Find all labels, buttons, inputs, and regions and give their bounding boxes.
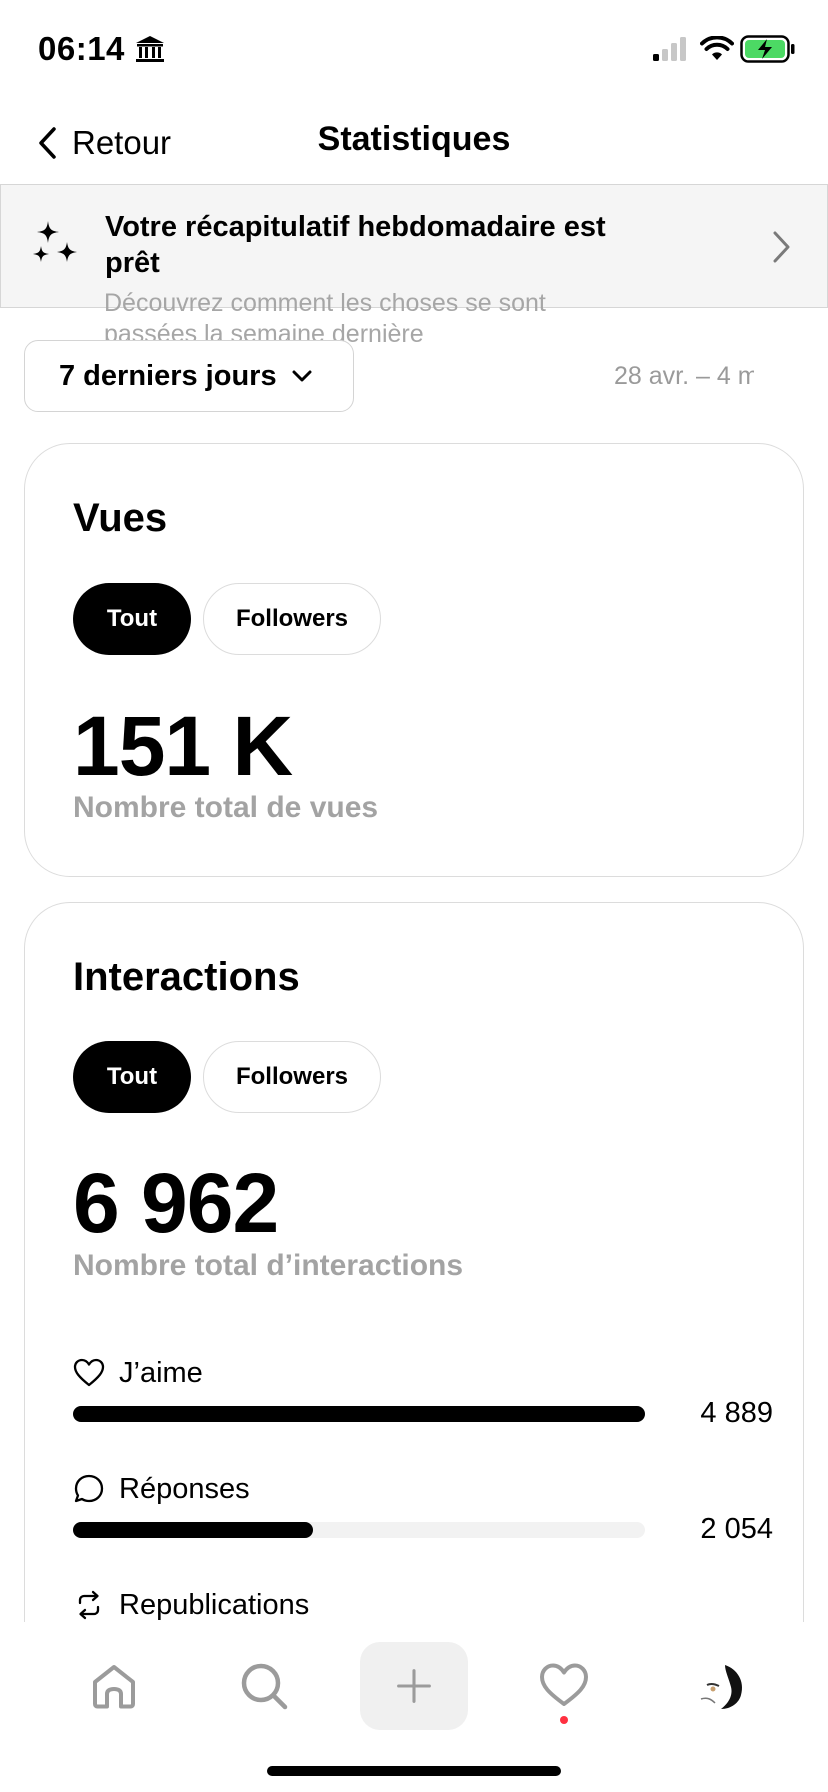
- metric-likes-value: 4 889: [700, 1397, 773, 1429]
- tab-bar: [0, 1622, 828, 1792]
- interactions-filter-followers[interactable]: Followers: [203, 1041, 381, 1113]
- date-range: 28 avr. – 4 mai: [614, 362, 754, 390]
- sparkle-icon: [33, 221, 77, 262]
- views-filter-all[interactable]: Tout: [73, 583, 191, 655]
- wifi-icon: [700, 36, 734, 60]
- views-total: 151 K: [73, 699, 293, 793]
- create-plus-icon: [397, 1669, 431, 1703]
- chevron-down-icon: [292, 370, 312, 382]
- metric-replies-label: Réponses: [119, 1472, 250, 1505]
- status-time: 06:14: [38, 30, 125, 67]
- metric-likes-bar: [73, 1406, 645, 1422]
- metric-likes: J’aime 4 889: [73, 1353, 773, 1453]
- repost-icon: [78, 1590, 100, 1620]
- page-title: Statistiques: [317, 120, 511, 158]
- tab-search[interactable]: [210, 1642, 318, 1730]
- views-caption: Nombre total de vues: [73, 791, 379, 824]
- tab-home[interactable]: [60, 1642, 168, 1730]
- reply-bubble-icon: [74, 1474, 104, 1503]
- battery-charging-icon: [740, 35, 795, 63]
- metric-replies-bar: [73, 1522, 314, 1538]
- interactions-card: Interactions Tout Followers 6 962 Nombre…: [24, 902, 804, 1642]
- home-icon: [93, 1665, 135, 1709]
- interactions-title: Interactions: [73, 955, 300, 999]
- search-icon: [241, 1663, 288, 1710]
- tab-profile[interactable]: [668, 1642, 776, 1730]
- metric-reposts-label: Republications: [119, 1588, 310, 1621]
- interactions-filter-toggle: Tout Followers: [73, 1041, 381, 1113]
- period-dropdown[interactable]: 7 derniers jours: [24, 340, 354, 412]
- avatar-image: [695, 1659, 749, 1713]
- metric-reposts: Republications: [73, 1585, 773, 1625]
- nav-bar: Retour Statistiques: [0, 100, 828, 184]
- tab-create[interactable]: [360, 1642, 468, 1730]
- activity-heart-icon: [540, 1663, 588, 1706]
- metric-replies-bar-track: [73, 1522, 645, 1538]
- status-bar: 06:14: [0, 0, 828, 100]
- bank-icon: [136, 36, 164, 62]
- metric-likes-bar-track: [73, 1406, 645, 1422]
- recap-title: Votre récapitulatif hebdomadaire est prê…: [105, 211, 606, 279]
- views-filter-toggle: Tout Followers: [73, 583, 381, 655]
- metric-likes-label: J’aime: [119, 1356, 203, 1389]
- views-title: Vues: [73, 496, 168, 540]
- metric-replies-value: 2 054: [700, 1513, 773, 1545]
- profile-avatar: [695, 1659, 749, 1713]
- chevron-right-icon: [773, 231, 790, 263]
- heart-icon: [73, 1358, 105, 1387]
- interactions-total: 6 962: [73, 1156, 279, 1250]
- home-indicator: [267, 1766, 561, 1776]
- views-filter-followers[interactable]: Followers: [203, 583, 381, 655]
- interactions-filter-all[interactable]: Tout: [73, 1041, 191, 1113]
- cellular-signal-icon: [653, 37, 686, 61]
- metric-replies: Réponses 2 054: [73, 1469, 773, 1569]
- notification-dot: [560, 1716, 568, 1724]
- views-card: Vues Tout Followers 151 K Nombre total d…: [24, 443, 804, 877]
- period-label: 7 derniers jours: [59, 359, 277, 392]
- interactions-caption: Nombre total d’interactions: [73, 1249, 464, 1282]
